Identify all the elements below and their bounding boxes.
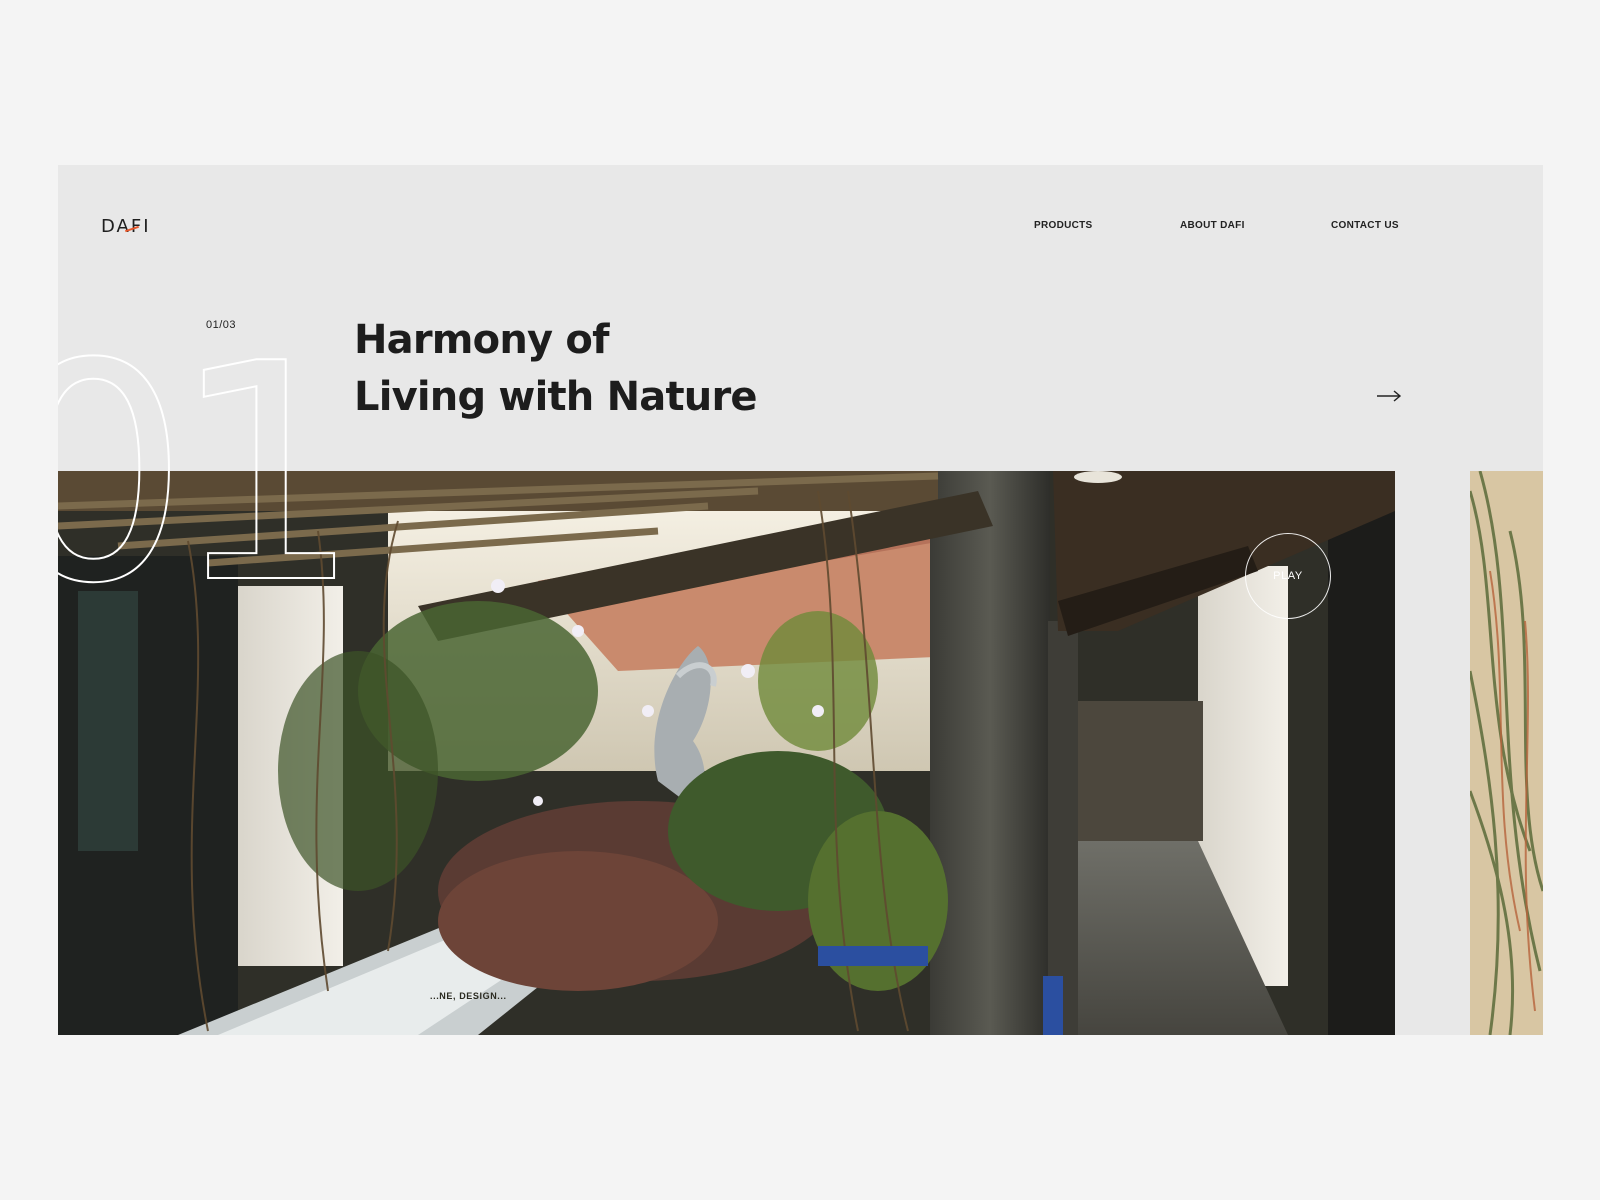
slide-counter: 01/03 — [206, 319, 237, 331]
nav-item-contact[interactable]: CONTACT US — [1331, 220, 1399, 231]
hero-section: DAFI PRODUCTS ABOUT DAFI CONTACT US 01/0… — [58, 165, 1543, 1035]
next-slide-preview[interactable] — [1470, 471, 1543, 1035]
hero-image — [58, 471, 1395, 1035]
arrow-right-icon[interactable] — [1376, 390, 1402, 402]
headline-line-2: Living with Nature — [354, 374, 758, 420]
nav-item-products[interactable]: PRODUCTS — [1034, 220, 1093, 231]
play-button[interactable]: PLAY — [1245, 533, 1331, 619]
image-caption: ...NE, DESIGN... — [430, 991, 507, 1001]
next-slide-image — [1470, 471, 1543, 1035]
main-nav: PRODUCTS ABOUT DAFI CONTACT US — [58, 220, 1543, 234]
headline-line-1: Harmony of — [354, 317, 610, 363]
nav-item-about[interactable]: ABOUT DAFI — [1180, 220, 1245, 231]
slide-headline: Harmony of Living with Nature — [354, 312, 758, 426]
courtyard-photo — [58, 471, 1395, 1035]
